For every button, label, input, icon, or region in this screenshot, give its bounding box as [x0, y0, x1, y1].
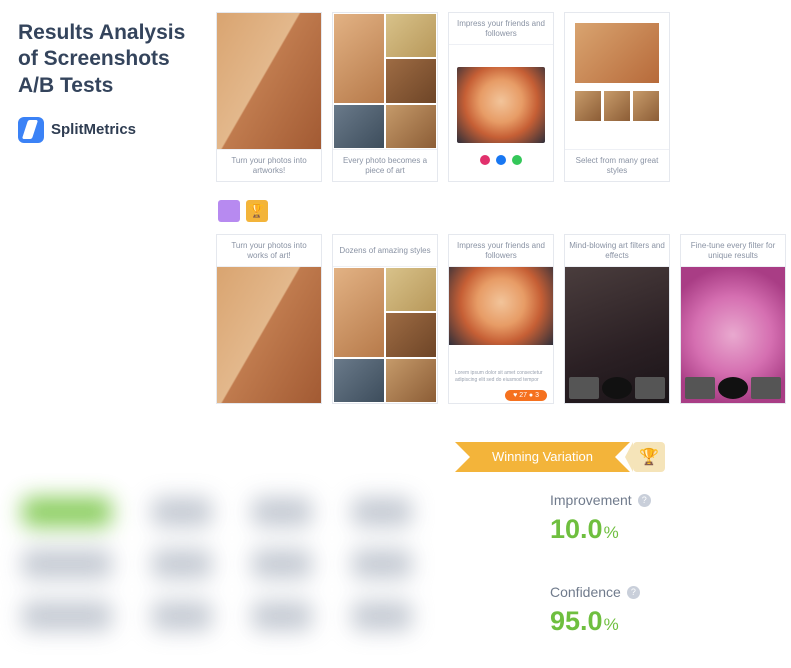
screenshot-card[interactable]: Mind-blowing art filters and effects	[564, 234, 670, 404]
screenshot-card[interactable]: Turn your photos into artworks!	[216, 12, 322, 182]
splitmetrics-logo-icon	[18, 117, 44, 143]
screenshot-card[interactable]: Fine-tune every filter for unique result…	[680, 234, 786, 404]
metric-value: 10.0%	[550, 514, 651, 545]
metric-label: Confidence ?	[550, 584, 640, 600]
screenshot-caption: Select from many great styles	[565, 149, 669, 181]
screenshot-thumb	[449, 45, 553, 181]
screenshot-thumb	[333, 267, 437, 403]
screenshot-caption: Mind-blowing art filters and effects	[565, 235, 669, 267]
screenshot-caption: Impress your friends and followers	[449, 235, 553, 267]
screenshot-thumb	[217, 13, 321, 149]
screenshot-caption: Every photo becomes a piece of art	[333, 149, 437, 181]
screenshot-card[interactable]: Impress your friends and followers Lorem…	[448, 234, 554, 404]
metric-improvement: Improvement ? 10.0%	[550, 492, 651, 545]
metric-number: 10.0	[550, 514, 603, 544]
metric-label: Improvement ?	[550, 492, 651, 508]
metric-confidence: Confidence ? 95.0%	[550, 584, 640, 637]
screenshot-thumb	[565, 13, 669, 149]
winning-variation-banner: Winning Variation 🏆	[470, 442, 665, 472]
screenshot-card[interactable]: Turn your photos into works of art!	[216, 234, 322, 404]
help-icon[interactable]: ?	[638, 494, 651, 507]
screenshot-caption: Dozens of amazing styles	[333, 235, 437, 267]
variation-a-swatch[interactable]	[218, 200, 240, 222]
variation-b-swatch-winner[interactable]: 🏆	[246, 200, 268, 222]
screenshot-description: Lorem ipsum dolor sit amet consectetur a…	[455, 370, 547, 383]
variation-a-row: Turn your photos into artworks! Every ph…	[216, 12, 670, 182]
metric-label-text: Confidence	[550, 584, 621, 600]
screenshot-caption: Turn your photos into artworks!	[217, 149, 321, 181]
screenshot-caption: Turn your photos into works of art!	[217, 235, 321, 267]
screenshot-caption: Fine-tune every filter for unique result…	[681, 235, 785, 267]
help-icon[interactable]: ?	[627, 586, 640, 599]
screenshot-thumb	[333, 13, 437, 149]
winning-variation-label: Winning Variation	[470, 442, 615, 472]
screenshot-card[interactable]: Dozens of amazing styles	[332, 234, 438, 404]
page-title: Results Analysis of Screenshots A/B Test…	[18, 20, 198, 99]
brand: SplitMetrics	[18, 117, 198, 143]
screenshot-thumb	[449, 267, 553, 345]
screenshot-caption: Impress your friends and followers	[449, 13, 553, 45]
metric-label-text: Improvement	[550, 492, 632, 508]
metric-value: 95.0%	[550, 606, 640, 637]
brand-name: SplitMetrics	[51, 121, 136, 138]
filter-strip	[569, 377, 665, 399]
likes-pill: ♥ 27 ● 3	[505, 390, 547, 401]
variation-b-row: Turn your photos into works of art! Doze…	[216, 234, 786, 404]
header: Results Analysis of Screenshots A/B Test…	[18, 20, 198, 143]
screenshot-card[interactable]: Select from many great styles	[564, 12, 670, 182]
screenshot-thumb	[217, 267, 321, 403]
metric-unit: %	[604, 615, 619, 634]
screenshot-card[interactable]: Every photo becomes a piece of art	[332, 12, 438, 182]
trophy-icon: 🏆	[633, 442, 665, 472]
variation-swatches: 🏆	[218, 200, 268, 222]
metric-number: 95.0	[550, 606, 603, 636]
screenshot-card[interactable]: Impress your friends and followers	[448, 12, 554, 182]
blurred-results-table	[10, 475, 480, 655]
metric-unit: %	[604, 523, 619, 542]
filter-strip	[685, 377, 781, 399]
